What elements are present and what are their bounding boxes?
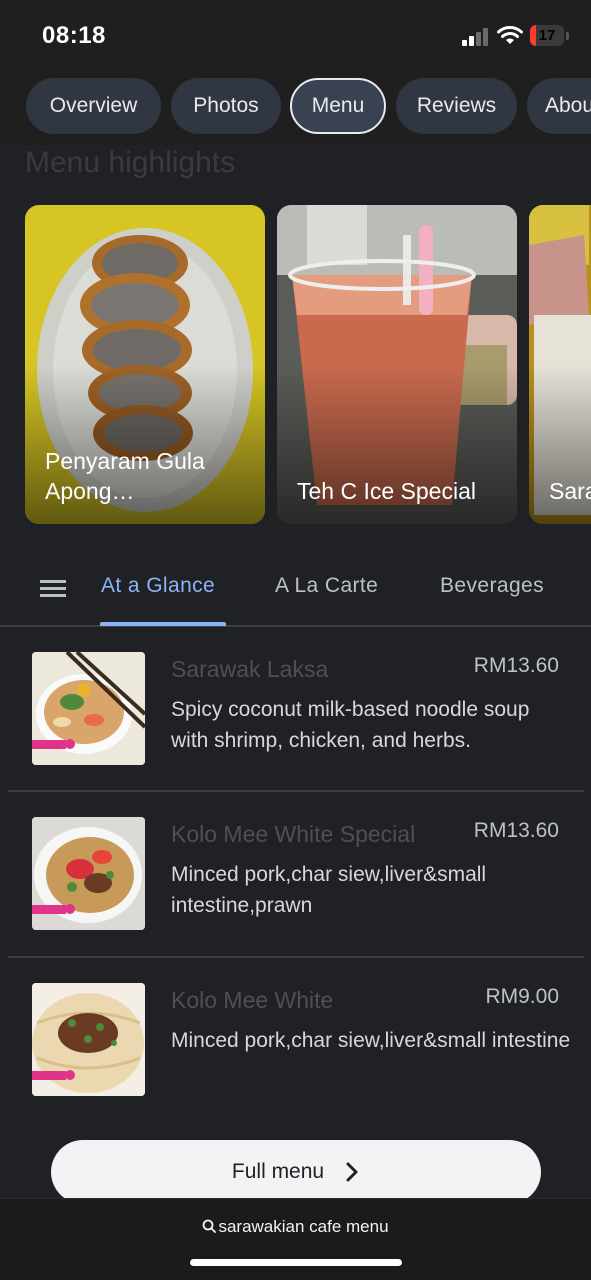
battery-icon: 17 (530, 25, 564, 46)
laksa-thumbnail (32, 652, 145, 765)
home-indicator[interactable] (190, 1259, 402, 1266)
list-icon[interactable] (36, 580, 66, 598)
menu-item-description: Spicy coconut milk-based noodle soup wit… (171, 698, 530, 752)
highlight-card-teh-c[interactable]: Teh C Ice Special (277, 205, 517, 524)
highlight-card-penyaram[interactable]: Penyaram Gula Apong… (25, 205, 265, 524)
search-icon (203, 1219, 217, 1233)
section-heading: Menu highlights (25, 142, 585, 178)
menu-highlights-carousel[interactable]: Penyaram Gula Apong… Teh C Ice Special S… (0, 205, 591, 525)
browser-bottom-bar: sarawakian cafe menu (0, 1198, 591, 1280)
tab-menu[interactable]: Menu (290, 78, 386, 134)
tab-at-a-glance[interactable]: At a Glance (101, 574, 215, 598)
menu-item-price: RM13.60 (473, 654, 559, 677)
highlight-label: Sarawak Laksa (549, 478, 591, 504)
tab-reviews[interactable]: Reviews (396, 78, 517, 134)
status-bar: 08:18 17 (0, 0, 591, 70)
battery-cap (566, 32, 569, 40)
menu-item-sarawak-laksa[interactable]: Sarawak Laksa RM13.60 Spicy coconut milk… (0, 627, 591, 792)
tab-photos[interactable]: Photos (171, 78, 281, 134)
menu-item-price: RM9.00 (485, 985, 559, 1008)
menu-item-name: Sarawak Laksa (171, 656, 329, 682)
address-bar[interactable]: sarawakian cafe menu (0, 1217, 591, 1237)
menu-category-tabs: At a Glance A La Carte Beverages (0, 548, 591, 627)
highlight-card-laksa[interactable]: Sarawak Laksa (529, 205, 591, 524)
section-heading-text: Menu highlights (25, 146, 236, 178)
cellular-signal-icon (462, 28, 492, 46)
active-tab-indicator (100, 622, 226, 626)
wifi-icon (497, 26, 523, 44)
highlight-label: Teh C Ice Special (297, 478, 476, 504)
chevron-right-icon (346, 1162, 358, 1182)
menu-item-name: Kolo Mee White (171, 987, 334, 1013)
menu-item-kolo-mee-white-special[interactable]: Kolo Mee White Special RM13.60 Minced po… (0, 792, 591, 957)
full-menu-label: Full menu (231, 1160, 325, 1183)
place-tabs: Overview Photos Menu Reviews About (0, 70, 591, 145)
kolo-mee-special-thumbnail (32, 817, 145, 930)
address-text: sarawakian cafe menu (218, 1217, 389, 1236)
menu-item-name: Kolo Mee White Special (171, 821, 416, 847)
kolo-mee-thumbnail (32, 983, 145, 1096)
menu-item-kolo-mee-white[interactable]: Kolo Mee White RM9.00 Minced pork,char s… (0, 958, 591, 1123)
highlight-label: Penyaram Gula Apong… (45, 448, 205, 504)
tab-a-la-carte[interactable]: A La Carte (275, 574, 378, 598)
battery-level: 17 (538, 27, 556, 44)
full-menu-button[interactable]: Full menu (51, 1140, 541, 1204)
tab-beverages[interactable]: Beverages (440, 574, 544, 598)
menu-item-description: Minced pork,char siew,liver&small intest… (171, 1029, 571, 1052)
menu-item-description: Minced pork,char siew,liver&small intest… (171, 863, 487, 917)
status-time: 08:18 (42, 22, 106, 49)
tab-about[interactable]: About (527, 78, 591, 134)
menu-item-price: RM13.60 (473, 819, 559, 842)
tab-overview[interactable]: Overview (26, 78, 161, 134)
